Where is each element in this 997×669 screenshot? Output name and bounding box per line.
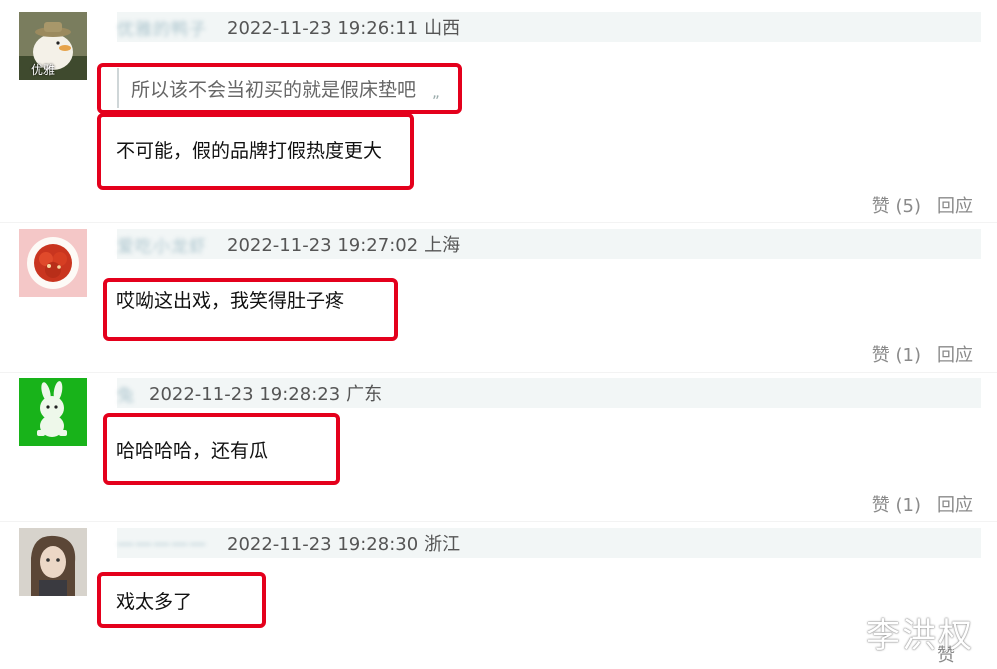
comment-location: 浙江: [424, 534, 461, 555]
comment-timestamp: 2022-11-23 19:28:23: [149, 384, 341, 405]
username-link[interactable]: 兔: [117, 381, 135, 406]
highlight-box: [97, 572, 266, 628]
like-label: 赞: [871, 196, 890, 217]
watermark: 李洪权: [866, 616, 974, 656]
comment-location: 广东: [346, 384, 383, 405]
reply-button[interactable]: 回应: [937, 495, 973, 516]
like-button[interactable]: 赞 (1): [872, 345, 921, 366]
user-avatar[interactable]: 优雅: [19, 12, 87, 80]
username-link[interactable]: 一一一一一: [117, 531, 207, 556]
comment-timestamp: 2022-11-23 19:28:30: [227, 534, 419, 555]
like-button[interactable]: 赞 (5): [872, 196, 921, 217]
comment-divider: [0, 372, 997, 373]
comment-meta: 2022-11-23 19:26:11 山西: [227, 14, 460, 40]
like-label: 赞: [871, 345, 890, 366]
highlight-box: [103, 278, 398, 341]
green-rabbit-avatar-icon: [19, 378, 87, 446]
user-avatar[interactable]: [19, 378, 87, 446]
doll-portrait-avatar-icon: [19, 528, 87, 596]
like-count: (1): [895, 495, 922, 516]
highlight-box: [97, 63, 462, 114]
comment-meta: 2022-11-23 19:27:02 上海: [227, 231, 460, 257]
comment-timestamp: 2022-11-23 19:27:02: [227, 235, 419, 256]
comment-meta: 2022-11-23 19:28:23 广东: [149, 380, 382, 406]
like-count: (5): [895, 196, 922, 217]
user-avatar[interactable]: [19, 229, 87, 297]
comment-meta-bar: 爱吃小龙虾 2022-11-23 19:27:02 上海: [117, 229, 981, 259]
highlight-box: [103, 413, 340, 485]
user-avatar[interactable]: [19, 528, 87, 596]
comment-timestamp: 2022-11-23 19:26:11: [227, 18, 419, 39]
like-button[interactable]: 赞 (1): [872, 495, 921, 516]
username-link[interactable]: 爱吃小龙虾: [117, 232, 207, 257]
reply-button[interactable]: 回应: [937, 196, 973, 217]
reply-button[interactable]: 回应: [937, 345, 973, 366]
comment-divider: [0, 521, 997, 522]
comment-meta-bar: 优雅的鸭子 2022-11-23 19:26:11 山西: [117, 12, 981, 42]
comment-meta: 2022-11-23 19:28:30 浙江: [227, 530, 460, 556]
like-label: 赞: [871, 495, 890, 516]
comment-location: 山西: [424, 18, 461, 39]
crayfish-plate-avatar-icon: [19, 229, 87, 297]
comment-actions: 赞 (1) 回应: [872, 341, 973, 367]
comment-actions: 赞 (1) 回应: [872, 491, 973, 517]
username-link[interactable]: 优雅的鸭子: [117, 15, 207, 40]
comment-meta-bar: 兔 2022-11-23 19:28:23 广东: [117, 378, 981, 408]
comment-divider: [0, 222, 997, 223]
like-count: (1): [895, 345, 922, 366]
comment-meta-bar: 一一一一一 2022-11-23 19:28:30 浙江: [117, 528, 981, 558]
highlight-box: [97, 113, 414, 190]
comment-actions: 赞 (5) 回应: [872, 192, 973, 218]
avatar-label: 优雅: [31, 63, 56, 77]
comment-location: 上海: [424, 235, 461, 256]
